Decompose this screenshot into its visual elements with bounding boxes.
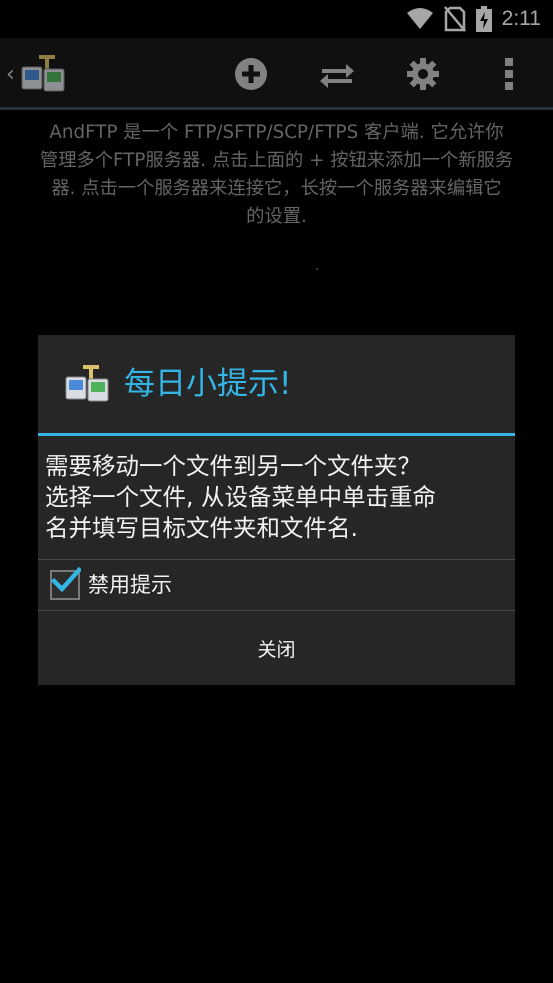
message-line: 名并填写目标文件夹和文件名. <box>45 514 358 542</box>
dialog-header: 每日小提示! <box>38 335 515 433</box>
daily-tip-dialog: 每日小提示! 需要移动一个文件到另一个文件夹？ 选择一个文件, 从设备菜单中单击… <box>38 335 515 685</box>
dialog-title: 每日小提示! <box>124 366 292 402</box>
close-button[interactable]: 关闭 <box>38 611 515 685</box>
checkmark-icon <box>51 566 81 593</box>
disable-tips-label: 禁用提示 <box>88 573 172 597</box>
message-line: 需要移动一个文件到另一个文件夹？ <box>45 452 421 480</box>
message-line: 选择一个文件, 从设备菜单中单击重命 <box>45 483 436 511</box>
app-logo-icon <box>65 365 109 402</box>
disable-tips-checkbox-row[interactable]: 禁用提示 <box>38 560 515 610</box>
dialog-title-divider <box>38 433 515 436</box>
dialog-message: 需要移动一个文件到另一个文件夹？ 选择一个文件, 从设备菜单中单击重命 名并填写… <box>45 451 510 544</box>
disable-tips-checkbox[interactable] <box>50 566 81 600</box>
